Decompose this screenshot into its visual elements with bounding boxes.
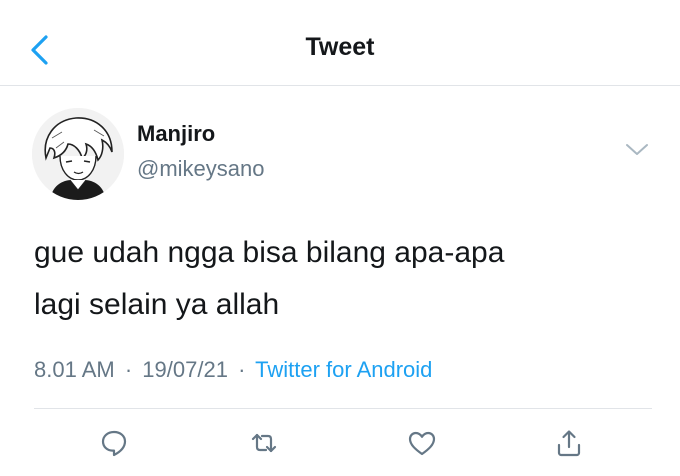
tweet-time: 8.01 AM <box>34 357 115 382</box>
separator: · <box>124 357 133 382</box>
retweet-button[interactable] <box>246 425 282 461</box>
retweet-icon <box>251 433 277 453</box>
header-divider <box>0 85 680 86</box>
avatar[interactable] <box>32 108 124 200</box>
share-icon <box>557 430 581 457</box>
share-button[interactable] <box>551 425 587 461</box>
like-button[interactable] <box>404 425 440 461</box>
reply-icon <box>101 430 127 457</box>
page-title: Tweet <box>305 33 375 61</box>
author-handle[interactable]: @mikeysano <box>137 156 265 182</box>
chevron-down-icon[interactable] <box>624 142 650 158</box>
tweet-text-line: gue udah ngga bisa bilang apa-apa <box>34 236 505 269</box>
reply-button[interactable] <box>96 425 132 461</box>
like-icon <box>408 431 436 456</box>
tweet-date: 19/07/21 <box>142 357 228 382</box>
tweet-text-line: lagi selain ya allah <box>34 288 280 321</box>
tweet-text: gue udah ngga bisa bilang apa-apa lagi s… <box>34 227 654 331</box>
actions-divider <box>34 408 652 409</box>
author-name[interactable]: Manjiro <box>137 121 215 147</box>
top-bar: Tweet <box>0 0 680 86</box>
tweet-client-link[interactable]: Twitter for Android <box>255 357 432 382</box>
tweet-meta: 8.01 AM · 19/07/21 · Twitter for Android <box>34 357 432 383</box>
separator: · <box>238 357 246 382</box>
